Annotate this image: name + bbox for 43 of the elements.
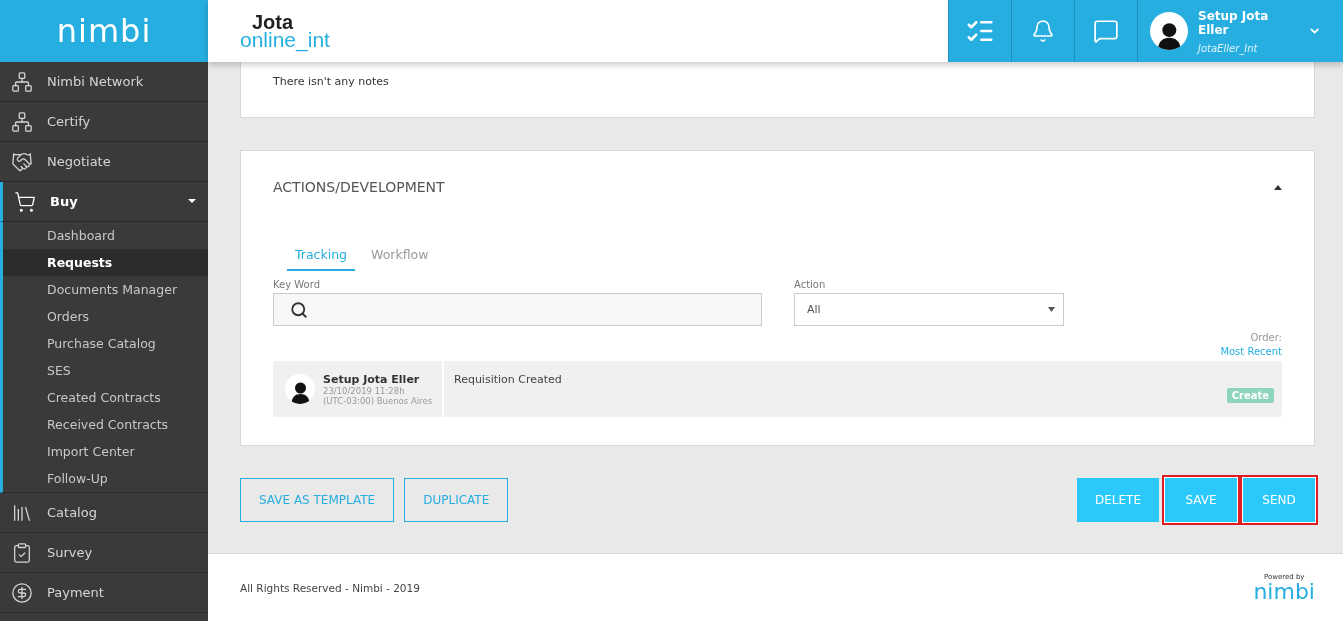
clipboard-check-icon: [11, 541, 33, 564]
entry-user: Setup Jota Eller: [323, 372, 421, 386]
handshake-icon: [11, 150, 33, 173]
sidebar-subitem[interactable]: Import Center: [3, 438, 208, 465]
caret-icon: [1048, 307, 1055, 312]
notes-text: There isn't any notes: [273, 75, 389, 88]
sidebar-subitem[interactable]: Follow-Up: [3, 465, 208, 492]
sidebar-subitem[interactable]: Documents Manager: [3, 276, 208, 303]
sidebar-subitem[interactable]: SES: [3, 357, 208, 384]
dollar-icon: [11, 581, 33, 604]
cart-icon: [14, 190, 36, 213]
sidebar-subitem[interactable]: Orders: [3, 303, 208, 330]
avatar-icon: [285, 374, 315, 404]
notification-bell-icon[interactable]: [1011, 0, 1074, 62]
entry-timezone: (UTC-03:00) Buenos Aires: [323, 395, 433, 406]
network-icon: [11, 70, 33, 93]
sidebar-subitem[interactable]: Created Contracts: [3, 384, 208, 411]
sidebar-subitem[interactable]: Received Contracts: [3, 411, 208, 438]
chat-icon[interactable]: [1074, 0, 1137, 62]
company-logo-text: Jota: [252, 13, 294, 31]
collapse-caret-icon[interactable]: [1274, 184, 1282, 190]
field-label: Action: [794, 279, 827, 290]
avatar-icon: [1150, 12, 1188, 50]
panel-title: ACTIONS/DEVELOPMENT: [273, 179, 445, 195]
network-icon: [11, 110, 33, 133]
entry-description: Requisition Created: [454, 373, 562, 388]
action-select[interactable]: All: [794, 293, 1064, 326]
status-tag: Create: [1226, 388, 1274, 403]
order-label: Order:: [1250, 332, 1282, 343]
sidebar-subitem[interactable]: Purchase Catalog: [3, 330, 208, 357]
nimbi-logo: nimbi: [0, 0, 208, 62]
copyright-text: All Rights Reserved - Nimbi - 2019: [240, 581, 420, 594]
sidebar-subitem[interactable]: Dashboard: [3, 222, 208, 249]
task-list-icon[interactable]: [948, 0, 1011, 62]
search-icon: [290, 300, 308, 319]
sidebar-subitem[interactable]: Requests: [3, 249, 208, 276]
caret-icon: [188, 199, 196, 204]
user-login: JotaEller_Int: [1198, 42, 1259, 54]
keyword-search-field[interactable]: [273, 293, 762, 326]
user-name: Setup Jota Eller: [1198, 8, 1270, 37]
nimbi-logo: nimbi: [1253, 580, 1315, 603]
entry-date: 23/10/2019 11:28h: [323, 385, 406, 396]
field-label: Key Word: [273, 279, 321, 290]
